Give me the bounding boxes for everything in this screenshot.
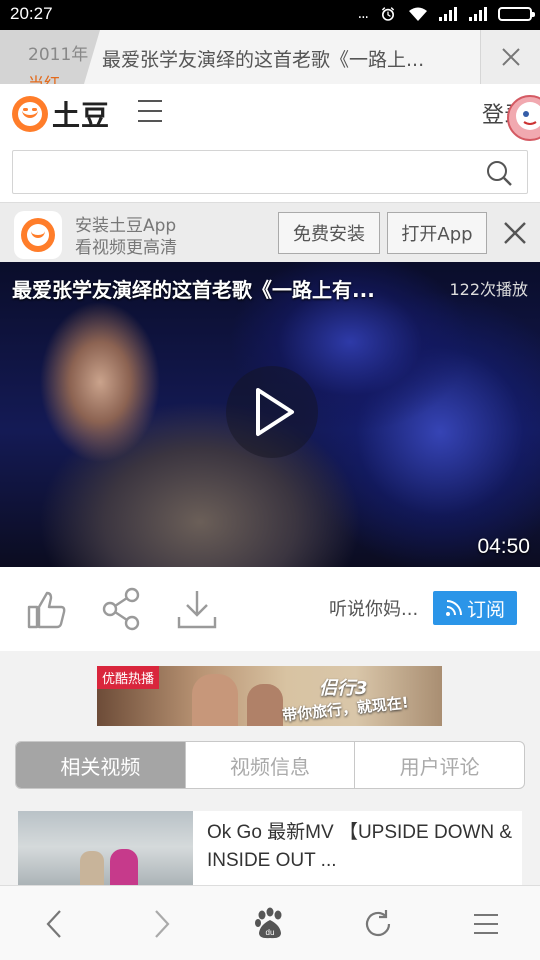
tab-user-comments[interactable]: 用户评论 <box>354 742 524 788</box>
rss-icon <box>445 600 462 616</box>
mascot-icon <box>507 95 540 141</box>
video-player[interactable]: 最爱张学友演绎的这首老歌《一路上有... 122次播放 04:50 <box>0 262 540 567</box>
channel-name[interactable]: 听说你妈... <box>329 595 418 621</box>
alarm-icon <box>381 7 395 21</box>
chevron-left-icon <box>46 910 61 938</box>
svg-text:du: du <box>266 928 275 937</box>
signal-icon <box>469 7 487 21</box>
download-icon[interactable] <box>175 587 219 631</box>
play-count: 122次播放 <box>449 280 528 299</box>
share-icon[interactable] <box>100 587 144 631</box>
ad-tag: 优酷热播 <box>97 666 160 689</box>
open-app-button[interactable]: 打开App <box>387 212 487 254</box>
close-icon[interactable] <box>502 220 528 246</box>
video-action-bar: 听说你妈... 订阅 <box>0 567 540 651</box>
wifi-icon <box>409 7 427 21</box>
tudou-app-icon <box>14 211 62 259</box>
banner-subtitle: 看视频更高清 <box>75 238 177 258</box>
play-button[interactable] <box>226 366 318 458</box>
related-video-title: Ok Go 最新MV 【UPSIDE DOWN & INSIDE OUT ... <box>207 822 513 871</box>
subscribe-label: 订阅 <box>466 598 505 621</box>
close-tab-button[interactable] <box>480 30 540 84</box>
home-button[interactable]: du <box>250 906 290 942</box>
chevron-right-icon <box>155 910 170 938</box>
menu-button[interactable] <box>466 906 506 942</box>
status-bar: 20:27 ... <box>0 0 540 30</box>
battery-icon <box>498 7 535 21</box>
ad-banner[interactable]: 优酷热播 侣行3 带你旅行，就现在! <box>97 666 442 726</box>
previous-tab-title: 2011年 <box>28 45 89 65</box>
search-input[interactable] <box>19 157 469 187</box>
signal-icon <box>439 7 457 21</box>
close-icon <box>501 48 520 66</box>
browser-title-bar: 2011年 当红 最爱张学友演绎的这首老歌《一路上... <box>0 30 540 84</box>
ad-person-image <box>247 684 283 726</box>
thumbs-up-icon[interactable] <box>25 587 69 631</box>
previous-tab[interactable]: 2011年 当红 <box>0 30 100 84</box>
status-icons: ... <box>357 6 535 22</box>
refresh-button[interactable] <box>358 906 398 942</box>
hamburger-icon <box>474 914 498 934</box>
search-box <box>12 150 528 194</box>
site-header: 土豆 登录 <box>0 84 540 142</box>
ad-person-image <box>192 674 238 726</box>
search-bar <box>0 142 540 202</box>
play-icon <box>256 388 294 436</box>
search-icon[interactable] <box>485 159 513 187</box>
baidu-paw-icon: du <box>255 907 282 939</box>
app-install-banner: 安装土豆App 看视频更高清 免费安装 打开App <box>0 202 540 262</box>
current-tab-title: 最爱张学友演绎的这首老歌《一路上... <box>102 49 425 71</box>
forward-button[interactable] <box>142 906 182 942</box>
menu-button[interactable] <box>138 100 162 122</box>
video-duration: 04:50 <box>477 535 530 558</box>
tab-video-info[interactable]: 视频信息 <box>184 742 355 788</box>
tab-related-videos[interactable]: 相关视频 <box>16 742 185 788</box>
previous-tab-subtitle: 当红 <box>28 74 61 84</box>
more-dots: ... <box>357 6 369 22</box>
video-title: 最爱张学友演绎的这首老歌《一路上有... <box>12 278 375 302</box>
status-time: 20:27 <box>10 4 53 23</box>
back-button[interactable] <box>34 906 74 942</box>
tudou-logo[interactable]: 土豆 <box>12 94 110 134</box>
browser-bottom-nav: du <box>0 885 540 960</box>
subscribe-button[interactable]: 订阅 <box>433 591 517 625</box>
logo-text: 土豆 <box>52 99 111 132</box>
content-tabs: 相关视频 视频信息 用户评论 <box>15 741 525 789</box>
current-tab[interactable]: 最爱张学友演绎的这首老歌《一路上... <box>84 30 480 84</box>
refresh-icon <box>365 910 391 937</box>
free-install-button[interactable]: 免费安装 <box>278 212 380 254</box>
tudou-logo-icon <box>12 96 48 132</box>
